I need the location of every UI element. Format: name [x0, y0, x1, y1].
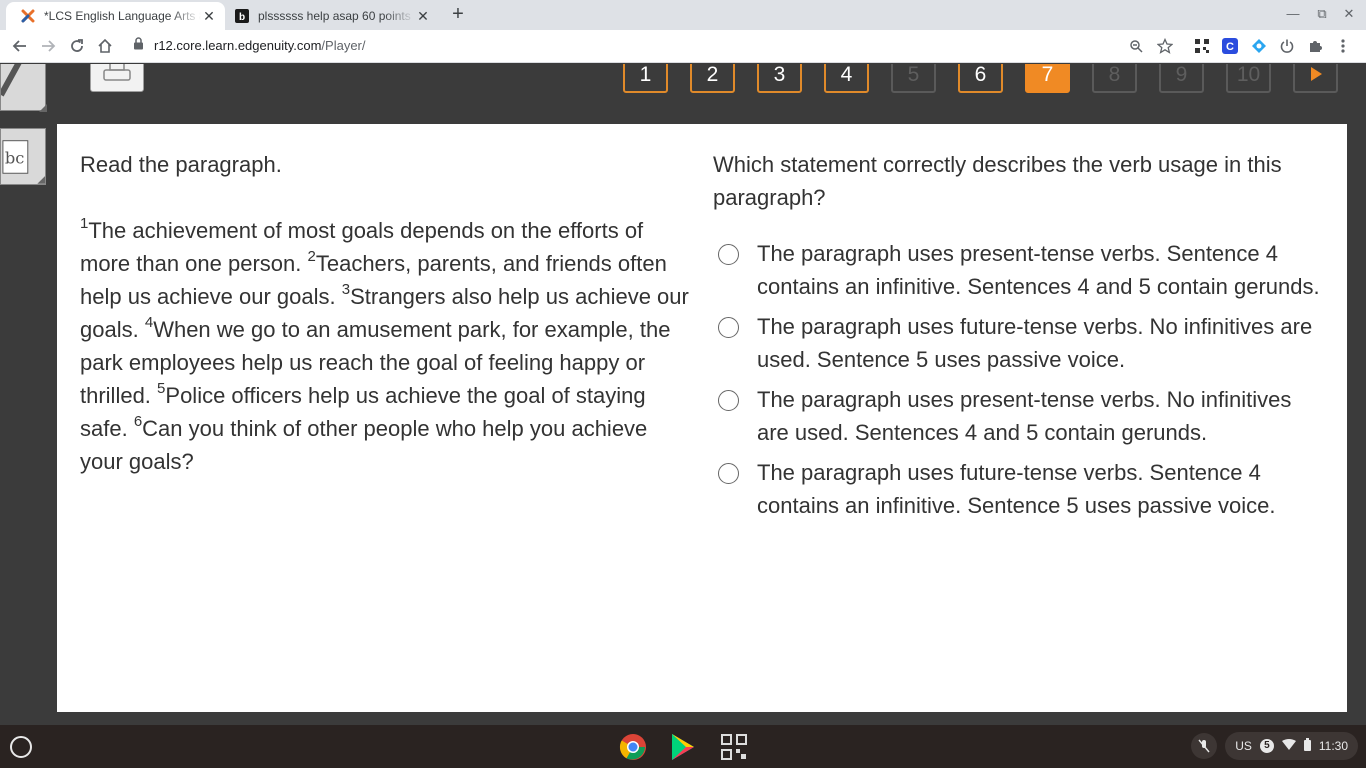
tab-edgenuity[interactable]: *LCS English Language Arts 8 W ✕ [6, 2, 225, 30]
answer-option-text: The paragraph uses future-tense verbs. N… [757, 314, 1313, 372]
svg-text:C: C [1226, 41, 1234, 53]
edgenuity-x-icon [20, 8, 36, 24]
question-6-button[interactable]: 6 [958, 64, 1003, 93]
qr-extension-icon[interactable] [1193, 37, 1211, 55]
pen-tool-button[interactable] [0, 64, 47, 112]
locale-label: US [1235, 739, 1252, 753]
print-button[interactable] [90, 64, 144, 92]
radio-button[interactable] [718, 317, 739, 338]
close-window-icon[interactable]: ✕ [1339, 6, 1359, 22]
passage-heading: Read the paragraph. [80, 152, 282, 177]
tab-strip: *LCS English Language Arts 8 W ✕ b plsss… [0, 0, 1366, 30]
reload-icon[interactable] [67, 36, 87, 56]
tab-brainly[interactable]: b plssssss help asap 60 points plu ✕ [220, 2, 439, 30]
system-status-pill[interactable]: US 5 11:30 [1225, 732, 1358, 760]
sentence-number: 2 [307, 247, 316, 265]
status-tray[interactable]: US 5 11:30 [1191, 732, 1358, 760]
address-bar[interactable]: r12.core.learn.edgenuity.com/Player/ [133, 37, 366, 53]
question-prompt: Which statement correctly describes the … [713, 152, 1282, 210]
tab-title: plssssss help asap 60 points plu [258, 9, 415, 23]
question-8-button: 8 [1092, 64, 1137, 93]
passage-panel: Read the paragraph. 1The achievement of … [80, 148, 690, 478]
sentence-number: 5 [157, 379, 166, 397]
brainly-b-icon: b [234, 8, 250, 24]
question-4-button[interactable]: 4 [824, 64, 869, 93]
browser-toolbar: r12.core.learn.edgenuity.com/Player/ C [0, 30, 1366, 63]
mic-off-icon[interactable] [1191, 733, 1218, 759]
answer-option-text: The paragraph uses present-tense verbs. … [757, 387, 1292, 445]
qr-app-icon[interactable] [719, 732, 749, 762]
radio-button[interactable] [718, 463, 739, 484]
question-3-button[interactable]: 3 [757, 64, 802, 93]
answer-option-1[interactable]: The paragraph uses present-tense verbs. … [713, 237, 1323, 303]
question-panel: Which statement correctly describes the … [713, 148, 1323, 529]
close-tab-icon[interactable]: ✕ [415, 8, 431, 24]
url-host: r12.core.learn.edgenuity.com [154, 37, 322, 53]
passage-paragraph: 1The achievement of most goals depends o… [80, 214, 690, 478]
home-icon[interactable] [95, 36, 115, 56]
diamond-extension-icon[interactable] [1250, 37, 1268, 55]
menu-kebab-icon[interactable] [1334, 37, 1352, 55]
svg-text:b: b [239, 12, 245, 23]
wifi-icon [1281, 738, 1296, 754]
sentence-number: 3 [341, 280, 351, 298]
sentence-number: 6 [133, 412, 143, 430]
svg-text:bc: bc [5, 149, 25, 168]
sentence-number: 1 [80, 214, 89, 232]
chromeos-shelf: US 5 11:30 [0, 725, 1366, 768]
answer-option-text: The paragraph uses future-tense verbs. S… [757, 460, 1276, 518]
back-icon[interactable] [10, 36, 30, 56]
answer-option-text: The paragraph uses present-tense verbs. … [757, 241, 1320, 299]
close-tab-icon[interactable]: ✕ [201, 8, 217, 24]
question-9-button: 9 [1159, 64, 1204, 93]
minimize-icon[interactable]: — [1283, 6, 1303, 21]
question-2-button[interactable]: 2 [690, 64, 735, 93]
edgenuity-player: bc 1 2 3 4 5 6 7 8 9 10 Read the paragra… [0, 64, 1366, 712]
dictionary-tool-button[interactable]: bc [0, 128, 46, 185]
answer-option-3[interactable]: The paragraph uses present-tense verbs. … [713, 383, 1323, 449]
battery-icon [1303, 738, 1311, 754]
question-5-button: 5 [891, 64, 936, 93]
radio-button[interactable] [718, 390, 739, 411]
chrome-app-icon[interactable] [618, 732, 648, 762]
bookmark-star-icon[interactable] [1156, 37, 1174, 55]
sentence-text: Can you think of other people who help y… [80, 416, 648, 474]
forward-icon[interactable] [38, 36, 58, 56]
clock-time: 11:30 [1318, 739, 1348, 753]
lock-icon [133, 37, 144, 53]
new-tab-button[interactable]: + [447, 4, 469, 26]
notification-count-badge: 5 [1259, 739, 1274, 753]
zoom-icon[interactable] [1127, 37, 1145, 55]
extensions-puzzle-icon[interactable] [1306, 37, 1324, 55]
play-store-icon[interactable] [668, 732, 698, 762]
power-extension-icon[interactable] [1278, 37, 1296, 55]
answer-option-4[interactable]: The paragraph uses future-tense verbs. S… [713, 456, 1323, 522]
next-question-button[interactable] [1293, 64, 1338, 93]
printer-icon [102, 64, 132, 89]
sentence-number: 4 [144, 313, 154, 331]
question-10-button: 10 [1226, 64, 1271, 93]
question-1-button[interactable]: 1 [623, 64, 668, 93]
play-arrow-icon [1310, 64, 1322, 87]
url-path: /Player/ [321, 37, 366, 53]
question-7-button[interactable]: 7 [1025, 64, 1070, 93]
radio-button[interactable] [718, 244, 739, 265]
c-extension-icon[interactable]: C [1221, 37, 1239, 55]
launcher-icon[interactable] [10, 736, 32, 758]
tab-title: *LCS English Language Arts 8 W [44, 9, 201, 23]
restore-icon[interactable]: ⧉ [1312, 6, 1332, 22]
question-card: Read the paragraph. 1The achievement of … [57, 124, 1347, 712]
answer-option-2[interactable]: The paragraph uses future-tense verbs. N… [713, 310, 1323, 376]
